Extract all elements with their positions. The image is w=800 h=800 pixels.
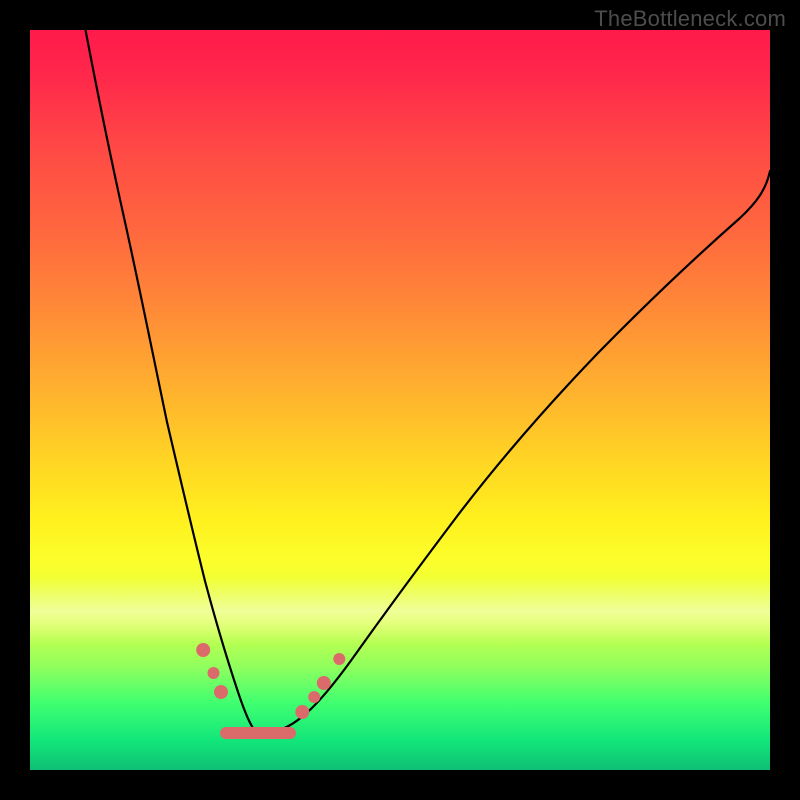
marker-dot <box>295 705 309 719</box>
marker-dot <box>208 667 220 679</box>
curve-left-branch <box>86 30 263 734</box>
marker-dot <box>317 676 331 690</box>
marker-dot <box>333 653 345 665</box>
marker-dot <box>214 685 228 699</box>
marker-dot <box>196 643 210 657</box>
plot-svg <box>30 30 770 770</box>
marker-dot <box>308 691 320 703</box>
watermark-text: TheBottleneck.com <box>594 6 786 32</box>
curve-right-branch <box>262 171 770 733</box>
marker-group <box>196 643 345 739</box>
marker-pill <box>220 727 296 739</box>
outer-frame: TheBottleneck.com <box>0 0 800 800</box>
